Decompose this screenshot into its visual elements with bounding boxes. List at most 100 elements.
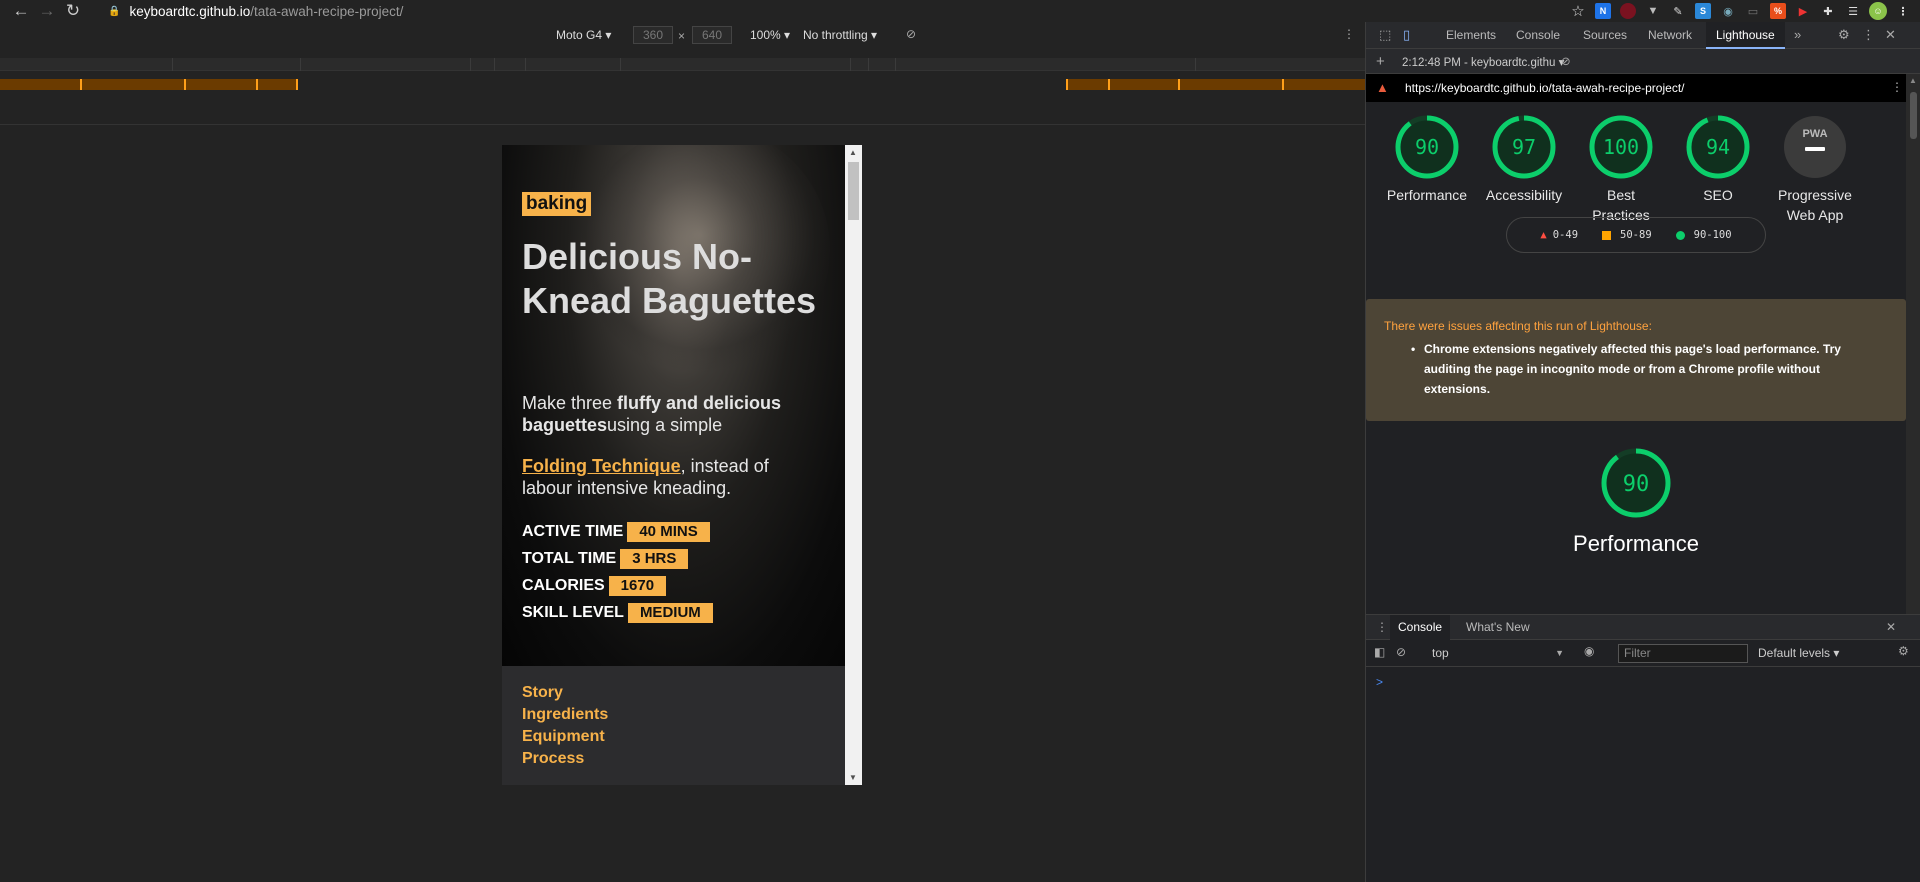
extension-new-icon[interactable]: N [1592,0,1614,22]
browser-toolbar: ← → ↻ 🔒 keyboardtc.github.io/tata-awah-r… [0,0,1920,22]
gauge-performance[interactable]: 90 Performance [1375,114,1479,205]
extension-v-icon[interactable]: ▼ [1642,0,1664,22]
perf-score: 90 [1623,472,1650,497]
extensions-puzzle-icon[interactable]: ✚ [1817,0,1839,22]
report-time: 2:12:48 PM - keyboardtc.githu [1402,57,1556,69]
desc-suffix: using a simple [607,415,723,435]
tab-console[interactable]: Console [1516,22,1560,49]
console-settings-icon[interactable]: ⚙ [1898,644,1909,658]
report-menu-icon[interactable]: ⋮ [1891,80,1903,94]
clear-console-icon[interactable]: ⊘ [1396,645,1406,659]
stat-label: ACTIVE TIME [522,523,624,540]
extension-circle-icon[interactable]: ◉ [1717,0,1739,22]
settings-gear-icon[interactable]: ⚙ [1838,27,1850,43]
extension-red-icon[interactable] [1617,0,1639,22]
drawer-tab-console[interactable]: Console [1390,615,1451,640]
desc-prefix: Make three [522,393,618,413]
gauge-value: 90 [1415,135,1439,159]
scroll-down-icon[interactable]: ▼ [849,773,857,782]
inspect-element-icon[interactable]: ⬚ [1379,27,1391,43]
gauge-label: Progressive Web App [1778,187,1852,223]
gauge-best-practices[interactable]: 100 Best Practices [1569,114,1673,225]
tab-sources[interactable]: Sources [1583,22,1627,49]
new-report-icon[interactable]: + [1376,53,1385,70]
nav-link-ingredients[interactable]: Ingredients [522,706,608,724]
gauge-accessibility[interactable]: 97 Accessibility [1472,114,1576,205]
pwa-badge-icon: PWA [1784,116,1846,178]
report-scrollbar[interactable]: ▲ [1906,74,1920,614]
filter-input[interactable]: Filter [1618,644,1748,663]
device-toolbar: Moto G4 ▾ 360 × 640 100% ▾ No throttling… [0,22,1365,50]
context-select[interactable]: top ▼ [1432,644,1564,663]
recipe-title: Delicious No-Knead Baguettes [522,236,817,321]
recipe-stats: ACTIVE TIME 40 MINS TOTAL TIME 3 HRS CALOR… [522,521,713,629]
drawer-menu-icon[interactable]: ⋮ [1376,620,1388,634]
scroll-up-icon[interactable]: ▲ [849,148,857,157]
more-tabs-icon[interactable]: » [1794,27,1801,42]
stat-skill-level: SKILL LEVEL MEDIUM [522,602,713,624]
report-select[interactable]: 2:12:48 PM - keyboardtc.githu ▾ [1402,55,1564,69]
width-input[interactable]: 360 [633,26,673,44]
back-icon[interactable]: ← [8,0,34,22]
folding-technique-link[interactable]: Folding Technique [522,456,681,476]
stat-value: MEDIUM [627,603,713,623]
legend-pass: 90-100 [1675,229,1732,241]
device-toolbar-menu-icon[interactable]: ⋮ [1343,27,1355,41]
reading-list-icon[interactable]: ☰ [1842,0,1864,22]
gauge-ring-icon: 100 [1589,115,1653,179]
extension-orange-icon[interactable]: % [1767,0,1789,22]
rotate-icon[interactable]: ⊘ [906,27,916,41]
zoom-select[interactable]: 100% ▾ [750,28,790,42]
warning-title: There were issues affecting this run of … [1384,319,1652,333]
close-drawer-icon[interactable]: ✕ [1886,620,1896,634]
console-prompt[interactable]: > [1376,675,1383,689]
sidebar-toggle-icon[interactable]: ◧ [1374,645,1385,659]
profile-avatar-icon[interactable]: ☺ [1867,0,1889,22]
reload-icon[interactable]: ↻ [60,0,86,22]
browser-menu-icon[interactable]: ⋮ [1892,0,1914,22]
square-icon [1602,230,1612,240]
drawer-tab-whats-new[interactable]: What's New [1466,615,1530,640]
nav-link-process[interactable]: Process [522,750,584,768]
extension-cast-icon[interactable]: ▭ [1742,0,1764,22]
extension-s-icon[interactable]: S [1692,0,1714,22]
bookmark-star-icon[interactable]: ☆ [1567,0,1589,22]
nav-link-story[interactable]: Story [522,684,563,702]
gauge-pwa[interactable]: PWA Progressive Web App [1763,114,1867,225]
devtools-tabbar: ⬚ ▯ Elements Console Sources Network Lig… [1366,22,1920,49]
address-bar[interactable]: 🔒 keyboardtc.github.io/tata-awah-recipe-… [108,0,403,22]
tab-elements[interactable]: Elements [1446,22,1496,49]
devtools-menu-icon[interactable]: ⋮ [1862,27,1875,43]
device-toggle-icon[interactable]: ▯ [1403,27,1410,43]
url-path: /tata-awah-recipe-project/ [250,3,404,19]
media-query-bar[interactable] [0,79,1365,90]
eye-icon[interactable]: ◉ [1584,644,1594,658]
height-input[interactable]: 640 [692,26,732,44]
lighthouse-logo-icon: ▲ [1376,80,1389,95]
gauge-ring-icon: 97 [1492,115,1556,179]
devtools-panel: ⬚ ▯ Elements Console Sources Network Lig… [1365,22,1920,882]
report-url[interactable]: https://keyboardtc.github.io/tata-awah-r… [1405,81,1684,95]
extension-record-icon[interactable]: ▶ [1792,0,1814,22]
forward-icon[interactable]: → [34,0,60,22]
gauge-seo[interactable]: 94 SEO [1666,114,1770,205]
media-query-ruler[interactable] [0,58,1365,71]
gauge-label: Accessibility [1485,187,1563,203]
legend-range: 90-100 [1693,229,1732,241]
stat-label: TOTAL TIME [522,550,617,567]
levels-select[interactable]: Default levels ▾ [1758,644,1839,663]
scroll-thumb[interactable] [1910,92,1917,139]
gauge-ring-icon: 90 [1395,115,1459,179]
gauge-label: Performance [1386,187,1468,203]
nav-link-equipment[interactable]: Equipment [522,728,605,746]
scroll-thumb[interactable] [848,162,859,220]
device-select[interactable]: Moto G4 ▾ [556,28,611,42]
throttling-select[interactable]: No throttling ▾ [803,28,877,42]
tab-network[interactable]: Network [1648,22,1692,49]
close-devtools-icon[interactable]: ✕ [1885,27,1896,43]
extension-pen-icon[interactable]: ✎ [1667,0,1689,22]
scroll-up-icon[interactable]: ▲ [1909,76,1917,85]
viewport-scrollbar[interactable]: ▲ ▼ [845,145,862,785]
tab-lighthouse[interactable]: Lighthouse [1706,22,1785,49]
clear-reports-icon[interactable]: ⊘ [1561,54,1571,68]
